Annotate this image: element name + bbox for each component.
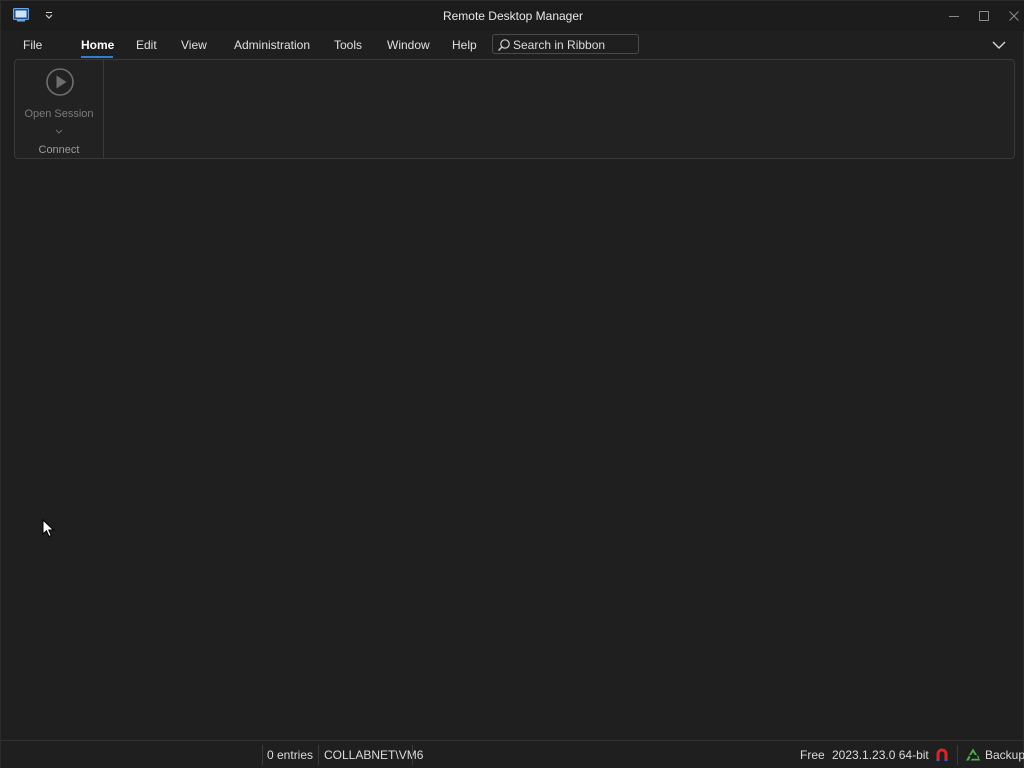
tab-home[interactable]: Home [81, 38, 114, 52]
open-session-label: Open Session [24, 108, 94, 120]
close-button[interactable] [999, 1, 1024, 31]
ribbon-tab-bar: File Home Edit View Administration Tools… [1, 32, 1024, 58]
app-window: Remote Desktop Manager File Home Edit Vi… [0, 0, 1024, 768]
backup-button[interactable]: Backup [985, 748, 1024, 762]
backup-recycle-icon[interactable] [964, 747, 982, 763]
tab-help[interactable]: Help [452, 38, 477, 52]
window-title: Remote Desktop Manager [442, 9, 584, 23]
ribbon-group-connect: Open Session Connect [15, 60, 104, 158]
status-separator [262, 745, 263, 765]
current-user[interactable]: COLLABNET\VM6 [324, 748, 423, 762]
ribbon-search-placeholder: Search in Ribbon [513, 38, 606, 52]
open-session-button[interactable]: Open Session [19, 64, 99, 134]
maximize-button[interactable] [969, 1, 999, 31]
ribbon-group-label: Connect [38, 144, 80, 156]
maximize-icon [979, 11, 989, 21]
status-separator [318, 745, 319, 765]
entries-count: 0 entries [267, 748, 314, 762]
chevron-down-icon [55, 122, 63, 134]
mouse-cursor-icon [42, 518, 56, 539]
license-status[interactable]: Free [800, 748, 825, 762]
tab-administration[interactable]: Administration [234, 38, 310, 52]
remote-desktop-app-icon[interactable] [13, 8, 29, 22]
close-icon [1009, 11, 1019, 21]
tab-view[interactable]: View [181, 38, 207, 52]
tab-file[interactable]: File [23, 38, 42, 52]
status-bar: 0 entries COLLABNET\VM6 Free 2023.1.23.0… [1, 740, 1024, 768]
status-separator [412, 745, 413, 765]
ribbon-panel: Open Session Connect [14, 59, 1015, 159]
chevron-down-icon [992, 41, 1006, 49]
quick-access-dropdown-icon[interactable] [42, 9, 56, 23]
ribbon-search-input[interactable]: Search in Ribbon [492, 34, 639, 54]
minimize-button[interactable] [939, 1, 969, 31]
minimize-icon [949, 16, 959, 17]
main-content-area[interactable] [1, 161, 1023, 739]
collapse-ribbon-button[interactable] [989, 37, 1009, 53]
play-circle-icon [45, 67, 75, 97]
offline-magnet-icon[interactable] [935, 747, 949, 763]
status-separator [957, 745, 958, 765]
active-tab-indicator [81, 56, 113, 58]
title-bar[interactable]: Remote Desktop Manager [1, 1, 1024, 31]
version-label: 2023.1.23.0 64-bit [832, 748, 929, 762]
search-icon [497, 38, 511, 52]
tab-window[interactable]: Window [387, 38, 430, 52]
tab-tools[interactable]: Tools [334, 38, 362, 52]
tab-edit[interactable]: Edit [136, 38, 157, 52]
